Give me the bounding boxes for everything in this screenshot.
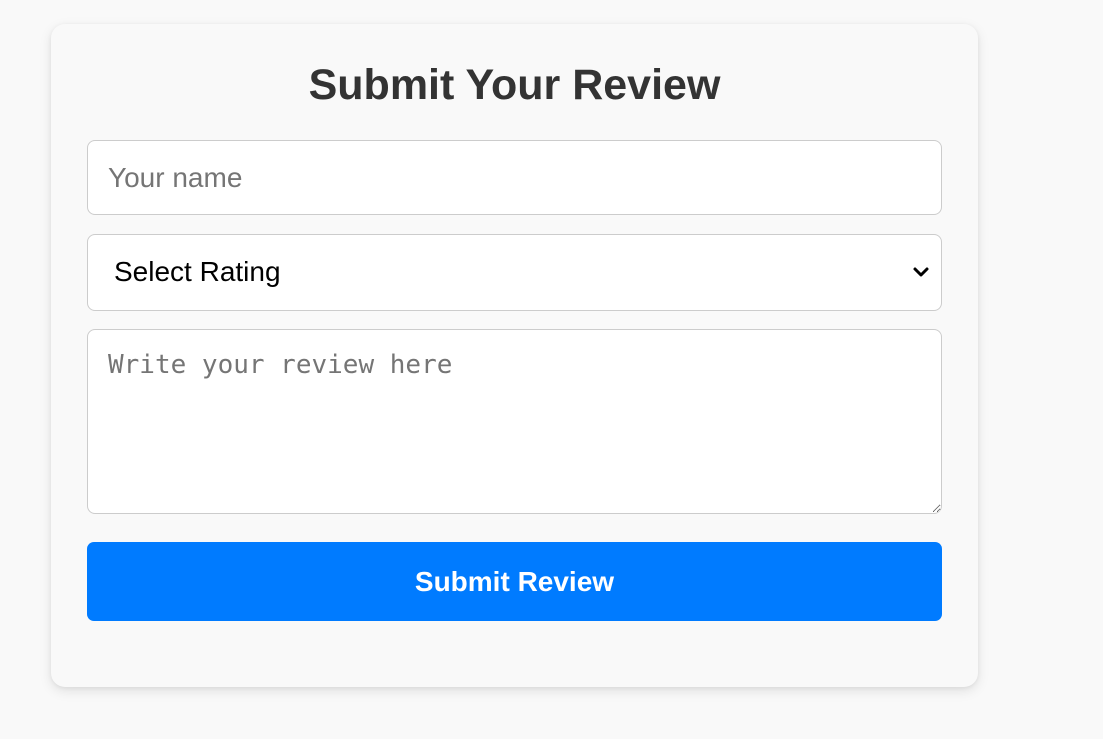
chevron-down-icon [913, 267, 929, 277]
rating-select-value: Select Rating [114, 256, 281, 287]
name-input[interactable] [87, 140, 942, 215]
rating-select[interactable]: Select Rating [87, 234, 942, 311]
submit-review-button[interactable]: Submit Review [87, 542, 942, 621]
review-textarea[interactable] [87, 329, 942, 514]
page-title: Submit Your Review [308, 61, 721, 109]
review-form-card: Submit Your Review Select Rating Submit … [51, 24, 978, 687]
